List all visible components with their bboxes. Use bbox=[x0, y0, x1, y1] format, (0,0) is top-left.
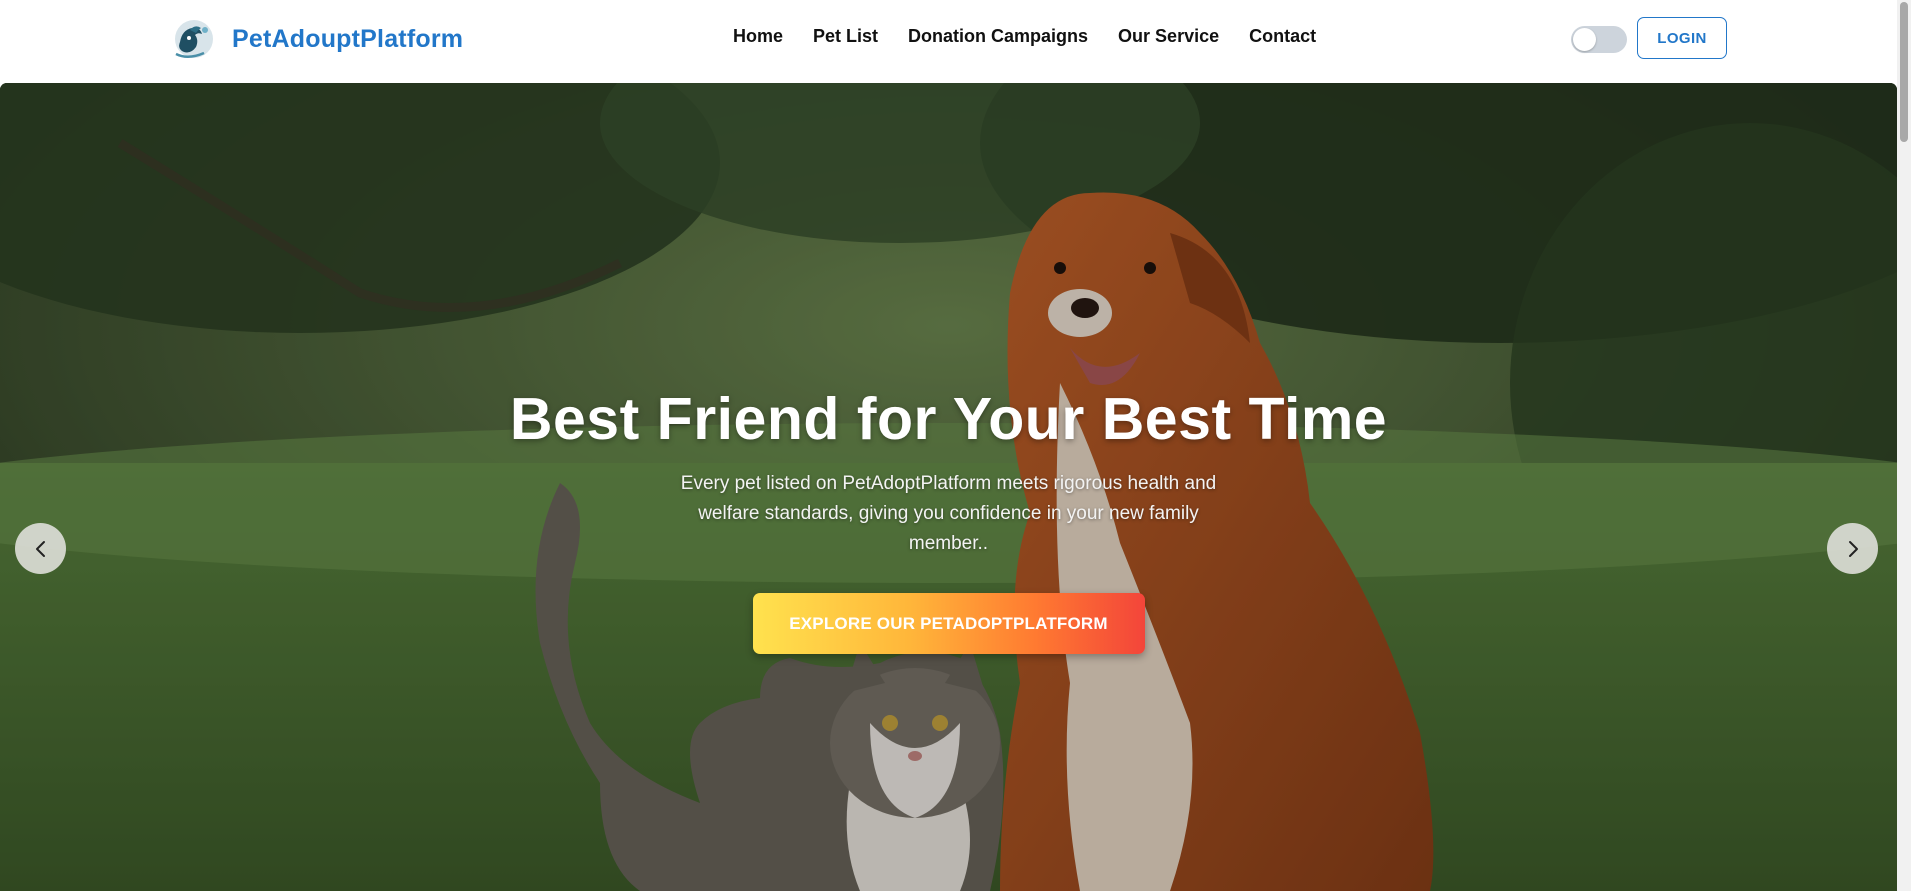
nav-item-our-service[interactable]: Our Service bbox=[1118, 26, 1219, 47]
nav-item-pet-list[interactable]: Pet List bbox=[813, 26, 878, 47]
carousel-next-button[interactable] bbox=[1827, 523, 1878, 574]
hero-content: Best Friend for Your Best Time Every pet… bbox=[0, 385, 1897, 654]
page: PetAdouptPlatform Home Pet List Donation… bbox=[0, 0, 1911, 891]
brand[interactable]: PetAdouptPlatform bbox=[168, 16, 463, 62]
dog-globe-logo-icon bbox=[175, 20, 213, 58]
theme-toggle[interactable] bbox=[1571, 26, 1627, 53]
scrollbar-thumb[interactable] bbox=[1900, 2, 1908, 142]
nav-item-donation-campaigns[interactable]: Donation Campaigns bbox=[908, 26, 1088, 47]
chevron-right-icon bbox=[1848, 540, 1858, 557]
chevron-left-icon bbox=[35, 540, 45, 557]
hero-carousel: Best Friend for Your Best Time Every pet… bbox=[0, 83, 1897, 891]
hero-description: Every pet listed on PetAdoptPlatform mee… bbox=[680, 473, 1217, 554]
nav-item-contact[interactable]: Contact bbox=[1249, 26, 1316, 47]
main-nav: Home Pet List Donation Campaigns Our Ser… bbox=[733, 26, 1316, 47]
page-scrollbar[interactable] bbox=[1897, 0, 1911, 891]
brand-name[interactable]: PetAdouptPlatform bbox=[232, 25, 463, 54]
login-button[interactable]: LOGIN bbox=[1637, 17, 1727, 59]
theme-toggle-icon bbox=[1573, 28, 1596, 51]
carousel-prev-button[interactable] bbox=[15, 523, 66, 574]
hero-title: Best Friend for Your Best Time bbox=[509, 386, 1388, 452]
navbar: PetAdouptPlatform Home Pet List Donation… bbox=[0, 0, 1897, 83]
nav-item-home[interactable]: Home bbox=[733, 26, 783, 47]
explore-cta-button[interactable]: EXPLORE OUR PETADOPTPLATFORM bbox=[752, 593, 1145, 654]
